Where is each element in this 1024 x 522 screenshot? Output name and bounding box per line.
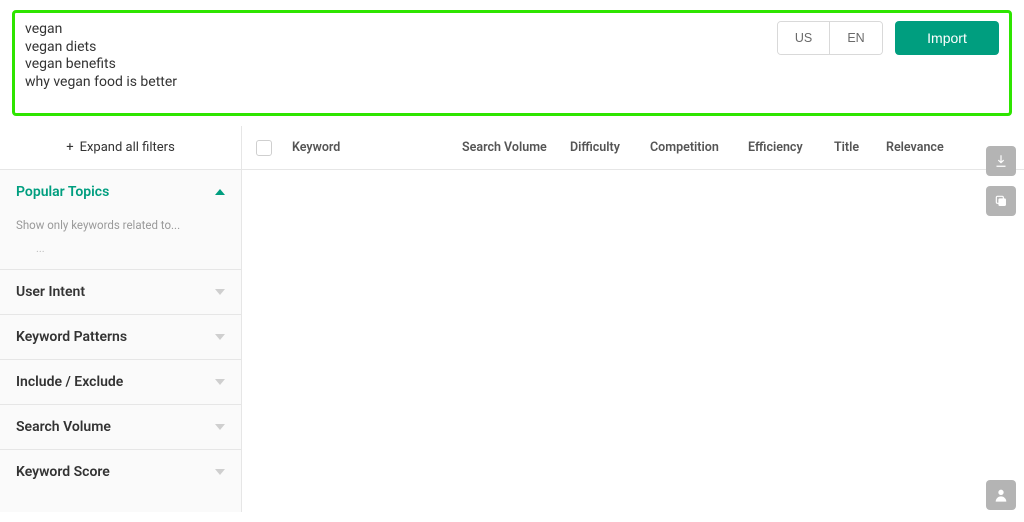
col-efficiency[interactable]: Efficiency — [740, 140, 826, 155]
filters-sidebar: + Expand all filters Popular Topics Show… — [0, 126, 242, 512]
chevron-down-icon — [215, 379, 225, 385]
download-button[interactable] — [986, 146, 1016, 176]
main-area: + Expand all filters Popular Topics Show… — [0, 126, 1024, 512]
col-title[interactable]: Title — [826, 140, 878, 155]
filter-popular-topics-body: Show only keywords related to... ... — [0, 214, 241, 270]
col-competition[interactable]: Competition — [642, 140, 740, 155]
download-icon — [994, 154, 1008, 168]
filter-keyword-patterns[interactable]: Keyword Patterns — [0, 315, 241, 360]
chevron-up-icon — [215, 189, 225, 195]
col-keyword[interactable]: Keyword — [284, 140, 454, 155]
filter-keyword-score[interactable]: Keyword Score — [0, 450, 241, 494]
side-actions — [986, 146, 1016, 216]
chevron-down-icon — [215, 334, 225, 340]
col-search-volume[interactable]: Search Volume — [454, 140, 562, 155]
filter-user-intent[interactable]: User Intent — [0, 270, 241, 315]
profile-button[interactable] — [986, 480, 1016, 510]
expand-all-label: Expand all filters — [80, 140, 175, 155]
select-all-checkbox[interactable] — [256, 140, 272, 156]
select-all-cell — [256, 140, 284, 156]
results-table-header: Keyword Search Volume Difficulty Competi… — [242, 126, 1024, 170]
filter-search-volume-title: Search Volume — [16, 419, 111, 435]
filter-search-volume[interactable]: Search Volume — [0, 405, 241, 450]
locale-segmented-control: US EN — [777, 21, 883, 55]
popular-topics-hint: Show only keywords related to... — [16, 218, 225, 232]
col-difficulty[interactable]: Difficulty — [562, 140, 642, 155]
filter-popular-topics-header[interactable]: Popular Topics — [0, 170, 241, 214]
filter-keyword-score-title: Keyword Score — [16, 464, 110, 480]
copy-icon — [994, 194, 1008, 208]
chevron-down-icon — [215, 469, 225, 475]
popular-topics-ellipsis: ... — [16, 242, 225, 255]
country-select[interactable]: US — [778, 22, 830, 54]
copy-button[interactable] — [986, 186, 1016, 216]
results-area: Keyword Search Volume Difficulty Competi… — [242, 126, 1024, 512]
chevron-down-icon — [215, 424, 225, 430]
plus-icon: + — [66, 140, 73, 155]
filter-user-intent-title: User Intent — [16, 284, 85, 300]
import-button[interactable]: Import — [895, 21, 999, 55]
filter-popular-topics-title: Popular Topics — [16, 184, 109, 200]
chevron-down-icon — [215, 289, 225, 295]
expand-all-filters[interactable]: + Expand all filters — [0, 126, 241, 170]
keyword-textarea[interactable]: vegan vegan diets vegan benefits why veg… — [25, 21, 777, 91]
import-controls: US EN Import — [777, 21, 999, 55]
filter-keyword-patterns-title: Keyword Patterns — [16, 329, 127, 345]
profile-icon — [993, 487, 1009, 503]
import-bar: vegan vegan diets vegan benefits why veg… — [12, 10, 1012, 116]
language-select[interactable]: EN — [830, 22, 882, 54]
filter-include-exclude-title: Include / Exclude — [16, 374, 123, 390]
filter-include-exclude[interactable]: Include / Exclude — [0, 360, 241, 405]
col-relevance[interactable]: Relevance — [878, 140, 956, 155]
